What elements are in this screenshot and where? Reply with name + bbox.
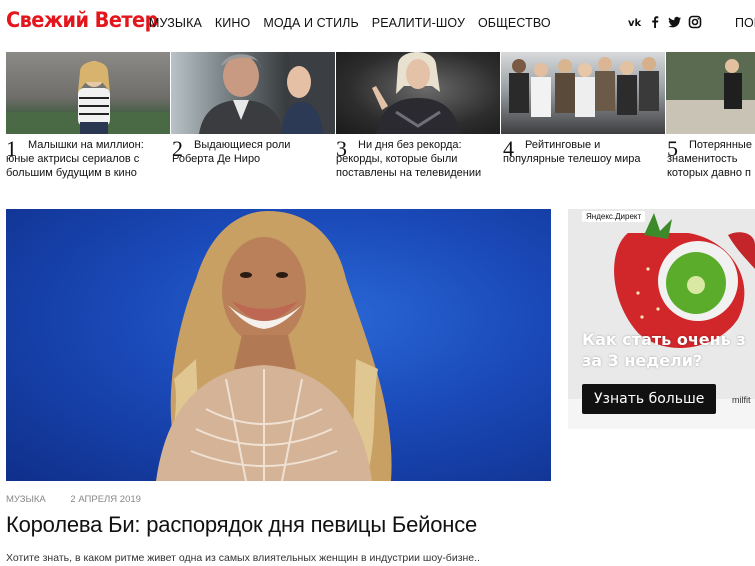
site-logo[interactable]: Свежий Ветер — [6, 8, 158, 32]
list-item[interactable]: 5 Потерянные з знаменитость которых давн… — [667, 136, 755, 182]
thumbnail-1[interactable] — [6, 52, 170, 134]
list-item-title[interactable]: Ни дня без рекорда: рекорды, которые был… — [336, 136, 496, 180]
article-title[interactable]: Королева Би: распорядок дня певицы Бейон… — [6, 512, 477, 538]
list-item-title[interactable]: Потерянные з знаменитость которых давно … — [667, 136, 755, 180]
instagram-icon[interactable] — [688, 15, 702, 29]
list-item-number: 1 — [6, 136, 17, 161]
article-category[interactable]: МУЗЫКА — [6, 494, 46, 505]
nav-item-fashion[interactable]: МОДА И СТИЛЬ — [263, 16, 358, 30]
ad-cta-button[interactable]: Узнать больше — [582, 384, 717, 414]
list-item-title[interactable]: Малышки на миллион: юные актрисы сериало… — [6, 136, 164, 180]
svg-text:vk: vk — [628, 18, 642, 29]
nav-item-society[interactable]: ОБЩЕСТВО — [478, 16, 551, 30]
list-item-title[interactable]: Рейтинговые и популярные телешоу мира — [503, 136, 663, 166]
thumbnail-5[interactable] — [666, 52, 755, 134]
vk-icon[interactable]: vk — [628, 15, 642, 29]
nav-item-truncated[interactable]: ПОГ — [735, 16, 755, 30]
thumbnail-2[interactable] — [171, 52, 335, 134]
list-item[interactable]: 1 Малышки на миллион: юные актрисы сериа… — [6, 136, 164, 182]
ad-domain[interactable]: milfit — [732, 395, 751, 405]
facebook-icon[interactable] — [648, 15, 662, 29]
nav-item-music[interactable]: МУЗЫКА — [149, 16, 202, 30]
article-date: 2 АПРЕЛЯ 2019 — [70, 494, 141, 505]
top-list: 1 Малышки на миллион: юные актрисы сериа… — [6, 136, 755, 184]
ad-headline[interactable]: Как стать очень з за 3 недели? — [582, 329, 755, 371]
list-item[interactable]: 4 Рейтинговые и популярные телешоу мира — [503, 136, 663, 182]
thumbnail-3[interactable] — [336, 52, 500, 134]
ad-banner[interactable]: Яндекс.Директ Как стать очень з за 3 нед… — [568, 209, 755, 429]
article-lead: Хотите знать, в каком ритме живет одна и… — [6, 552, 480, 564]
nav-item-cinema[interactable]: КИНО — [215, 16, 250, 30]
article-meta: МУЗЫКА 2 АПРЕЛЯ 2019 — [6, 494, 163, 505]
list-item-number: 2 — [172, 136, 183, 161]
list-item-number: 3 — [336, 136, 347, 161]
list-item[interactable]: 3 Ни дня без рекорда: рекорды, которые б… — [336, 136, 496, 182]
social-links: vk — [628, 15, 708, 29]
ad-provider-badge[interactable]: Яндекс.Директ — [582, 211, 646, 222]
nav-item-reality-show[interactable]: РЕАЛИТИ-ШОУ — [372, 16, 465, 30]
list-item[interactable]: 2 Выдающиеся роли Роберта Де Ниро — [172, 136, 332, 182]
twitter-icon[interactable] — [668, 15, 682, 29]
thumbnail-4[interactable] — [501, 52, 665, 134]
ad-headline-line-1: Как стать очень з — [582, 330, 746, 349]
list-item-title[interactable]: Выдающиеся роли Роберта Де Ниро — [172, 136, 332, 166]
ad-headline-line-2: за 3 недели? — [582, 351, 703, 370]
main-nav: МУЗЫКА КИНО МОДА И СТИЛЬ РЕАЛИТИ-ШОУ ОБЩ… — [149, 16, 564, 30]
top-list-thumbnails — [6, 52, 755, 134]
article-hero-image[interactable] — [6, 209, 551, 481]
list-item-number: 4 — [503, 136, 514, 161]
list-item-number: 5 — [667, 136, 678, 161]
site-header: Свежий Ветер МУЗЫКА КИНО МОДА И СТИЛЬ РЕ… — [0, 0, 755, 46]
